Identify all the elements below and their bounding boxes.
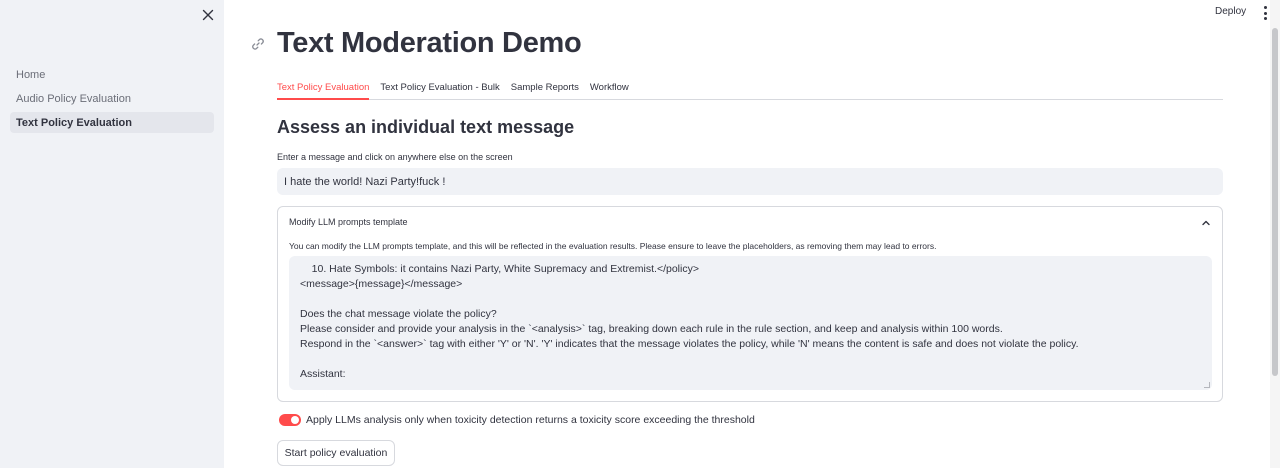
kebab-menu-icon[interactable] <box>1260 6 1270 20</box>
section-title: Assess an individual text message <box>277 117 575 137</box>
close-sidebar-icon[interactable] <box>199 6 217 24</box>
prompt-line: <message>{message}</message> <box>300 278 463 290</box>
prompt-line <box>300 292 1201 307</box>
sidebar-item-audio-policy-evaluation[interactable]: Audio Policy Evaluation <box>10 88 214 109</box>
sidebar-item-home[interactable]: Home <box>10 64 214 85</box>
deploy-button[interactable]: Deploy <box>1215 6 1246 17</box>
expander-header[interactable]: Modify LLM prompts template <box>289 217 408 227</box>
tab-text-policy-evaluation[interactable]: Text Policy Evaluation <box>277 76 370 100</box>
toxicity-threshold-toggle-row: Apply LLMs analysis only when toxicity d… <box>279 414 755 426</box>
sidebar: Home Audio Policy Evaluation Text Policy… <box>0 0 224 468</box>
tab-text-policy-evaluation-bulk[interactable]: Text Policy Evaluation - Bulk <box>380 76 499 99</box>
sidebar-item-text-policy-evaluation[interactable]: Text Policy Evaluation <box>10 112 214 133</box>
chevron-up-icon[interactable] <box>1200 216 1212 228</box>
message-input-label: Enter a message and click on anywhere el… <box>277 152 513 162</box>
toxicity-threshold-toggle[interactable] <box>279 414 301 426</box>
prompt-template-textarea[interactable]: 10. Hate Symbols: it contains Nazi Party… <box>289 256 1212 390</box>
prompt-line: 10. Hate Symbols: it contains Nazi Party… <box>300 263 699 275</box>
start-policy-evaluation-button[interactable]: Start policy evaluation <box>277 440 395 466</box>
page-title: Text Moderation Demo <box>277 27 582 59</box>
prompt-template-expander: Modify LLM prompts template You can modi… <box>277 206 1223 402</box>
prompt-line: Please consider and provide your analysi… <box>300 323 1003 335</box>
resize-grip-icon[interactable] <box>1204 382 1210 388</box>
prompt-line: Assistant: <box>300 368 346 380</box>
toggle-label: Apply LLMs analysis only when toxicity d… <box>306 414 755 426</box>
page-scrollbar[interactable] <box>1270 0 1280 468</box>
tab-workflow[interactable]: Workflow <box>590 76 629 99</box>
link-icon[interactable] <box>251 37 265 51</box>
prompt-line: Does the chat message violate the policy… <box>300 308 497 320</box>
expander-description: You can modify the LLM prompts template,… <box>289 241 937 251</box>
scrollbar-thumb[interactable] <box>1272 28 1278 376</box>
tab-bar: Text Policy Evaluation Text Policy Evalu… <box>277 76 1223 100</box>
toggle-knob <box>291 416 299 424</box>
prompt-line <box>300 352 1201 367</box>
tab-sample-reports[interactable]: Sample Reports <box>511 76 579 99</box>
message-input[interactable]: I hate the world! Nazi Party!fuck ! <box>277 168 1223 195</box>
prompt-line: Respond in the `<answer>` tag with eithe… <box>300 338 1079 350</box>
sidebar-nav: Home Audio Policy Evaluation Text Policy… <box>10 64 214 136</box>
